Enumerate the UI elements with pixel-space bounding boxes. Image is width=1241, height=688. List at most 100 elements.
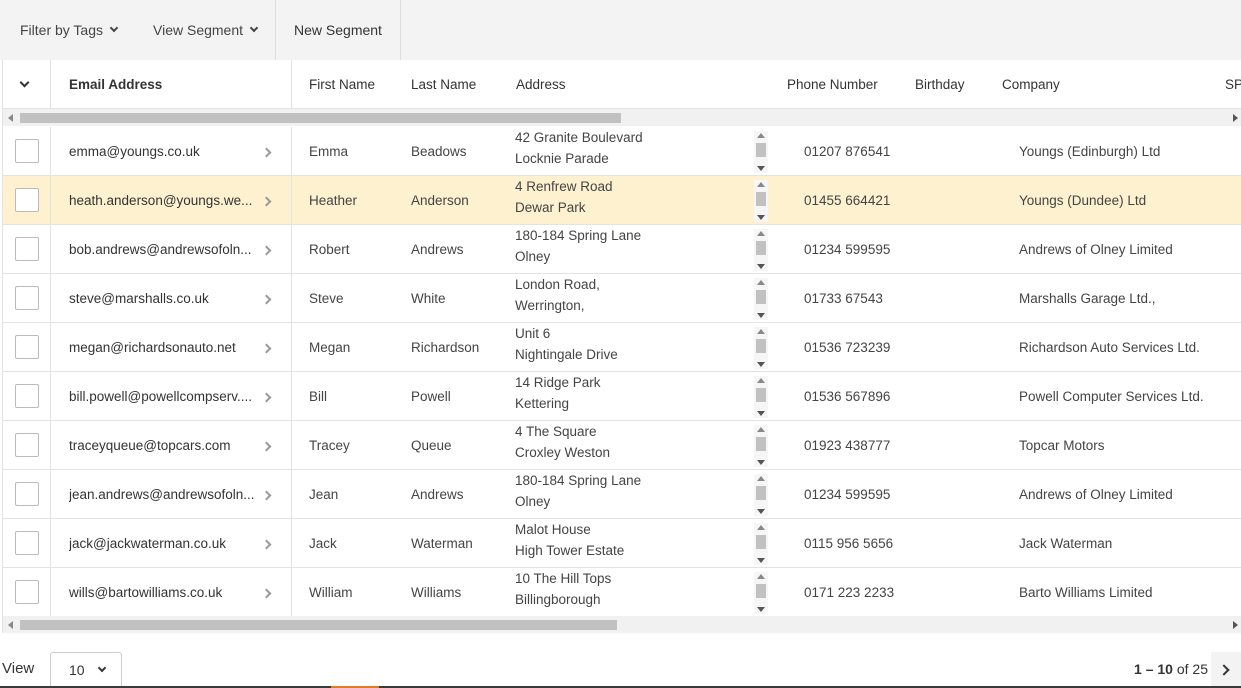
table-row[interactable]: emma@youngs.co.uk Emma Beadows 42 Granite B… [3,127,1241,176]
table-row[interactable]: wills@bartowilliams.co.uk William Williams… [3,568,1241,617]
column-header-email[interactable]: Email Address [69,60,162,109]
scroll-down-icon[interactable] [757,460,765,465]
scrollbar-thumb[interactable] [20,620,617,630]
address-scrollbar[interactable] [754,572,768,614]
scroll-left-icon[interactable] [8,621,13,629]
row-checkbox[interactable] [15,188,39,212]
table-row[interactable]: bill.powell@powellcompserv.... Bill Powell… [3,372,1241,421]
scroll-down-icon[interactable] [757,558,765,563]
address-cell[interactable]: 180-184 Spring Lane Olney [515,470,753,518]
row-checkbox[interactable] [15,531,39,555]
scroll-up-icon[interactable] [757,427,765,432]
new-segment-button[interactable]: New Segment [276,0,400,60]
table-row[interactable]: steve@marshalls.co.uk Steve White London Ro… [3,274,1241,323]
email-cell[interactable]: jean.andrews@andrewsofoln... [69,470,259,518]
email-cell[interactable]: megan@richardsonauto.net [69,323,259,371]
horizontal-scrollbar-top[interactable] [3,109,1241,126]
scroll-up-icon[interactable] [757,231,765,236]
row-checkbox[interactable] [15,237,39,261]
row-checkbox[interactable] [15,580,39,604]
address-scrollbar[interactable] [754,474,768,516]
email-cell[interactable]: jack@jackwaterman.co.uk [69,519,259,567]
email-cell[interactable]: bob.andrews@andrewsofoln... [69,225,259,273]
column-header-last-name[interactable]: Last Name [411,60,476,109]
row-checkbox[interactable] [15,482,39,506]
column-header-first-name[interactable]: First Name [309,60,375,109]
address-cell[interactable]: 4 The Square Croxley Weston [515,421,753,469]
horizontal-scrollbar-bottom[interactable] [3,616,1241,633]
scrollbar-thumb[interactable] [756,241,766,255]
scroll-up-icon[interactable] [757,574,765,579]
address-scrollbar[interactable] [754,229,768,271]
email-cell[interactable]: traceyqueue@topcars.com [69,421,259,469]
scroll-up-icon[interactable] [757,476,765,481]
scroll-up-icon[interactable] [757,329,765,334]
address-cell[interactable]: 10 The Hill Tops Billingborough [515,568,753,616]
scrollbar-thumb[interactable] [756,290,766,304]
scroll-up-icon[interactable] [757,378,765,383]
chevron-right-icon[interactable] [261,588,272,599]
column-header-company[interactable]: Company [1002,60,1060,109]
column-header-address[interactable]: Address [516,60,566,109]
scroll-up-icon[interactable] [757,525,765,530]
scroll-up-icon[interactable] [757,133,765,138]
scroll-up-icon[interactable] [757,182,765,187]
scrollbar-thumb[interactable] [756,486,766,500]
filter-by-tags-dropdown[interactable]: Filter by Tags [0,0,135,60]
address-cell[interactable]: 14 Ridge Park Kettering [515,372,753,420]
row-checkbox[interactable] [15,286,39,310]
table-row[interactable]: heath.anderson@youngs.we... Heather Anders… [3,176,1241,225]
scrollbar-thumb[interactable] [756,339,766,353]
scroll-down-icon[interactable] [757,509,765,514]
table-row[interactable]: bob.andrews@andrewsofoln... Robert Andrews… [3,225,1241,274]
address-scrollbar[interactable] [754,278,768,320]
scrollbar-thumb[interactable] [756,584,766,598]
address-scrollbar[interactable] [754,131,768,173]
address-cell[interactable]: Unit 6 Nightingale Drive [515,323,753,371]
table-row[interactable]: traceyqueue@topcars.com Tracey Queue 4 The … [3,421,1241,470]
address-scrollbar[interactable] [754,425,768,467]
scroll-down-icon[interactable] [757,264,765,269]
row-checkbox[interactable] [15,384,39,408]
chevron-right-icon[interactable] [261,147,272,158]
address-scrollbar[interactable] [754,376,768,418]
table-row[interactable]: jack@jackwaterman.co.uk Jack Waterman Malot… [3,519,1241,568]
chevron-right-icon[interactable] [261,539,272,550]
column-header-birthday[interactable]: Birthday [915,60,965,109]
scrollbar-thumb[interactable] [756,388,766,402]
address-cell[interactable]: London Road, Werrington, [515,274,753,322]
scroll-down-icon[interactable] [757,166,765,171]
address-cell[interactable]: 4 Renfrew Road Dewar Park [515,176,753,224]
scroll-right-icon[interactable] [1233,114,1238,122]
scroll-down-icon[interactable] [757,215,765,220]
address-cell[interactable]: Malot House High Tower Estate [515,519,753,567]
row-checkbox[interactable] [15,335,39,359]
scrollbar-thumb[interactable] [756,143,766,157]
scroll-left-icon[interactable] [8,114,13,122]
address-cell[interactable]: 180-184 Spring Lane Olney [515,225,753,273]
chevron-right-icon[interactable] [261,196,272,207]
chevron-right-icon[interactable] [261,294,272,305]
email-cell[interactable]: bill.powell@powellcompserv.... [69,372,259,420]
scroll-right-icon[interactable] [1233,621,1238,629]
row-checkbox[interactable] [15,139,39,163]
scroll-up-icon[interactable] [757,280,765,285]
page-size-select[interactable]: 10 [50,652,122,688]
scroll-down-icon[interactable] [757,411,765,416]
scrollbar-thumb[interactable] [756,192,766,206]
email-cell[interactable]: emma@youngs.co.uk [69,127,259,175]
scroll-down-icon[interactable] [757,362,765,367]
next-page-button[interactable] [1211,652,1241,688]
email-cell[interactable]: heath.anderson@youngs.we... [69,176,259,224]
scrollbar-thumb[interactable] [20,113,621,123]
chevron-right-icon[interactable] [261,392,272,403]
email-cell[interactable]: wills@bartowilliams.co.uk [69,568,259,616]
view-segment-dropdown[interactable]: View Segment [135,0,275,60]
column-header-partial[interactable]: SP [1225,60,1241,109]
scrollbar-thumb[interactable] [756,535,766,549]
scrollbar-thumb[interactable] [756,437,766,451]
email-cell[interactable]: steve@marshalls.co.uk [69,274,259,322]
address-scrollbar[interactable] [754,180,768,222]
scroll-down-icon[interactable] [757,313,765,318]
scroll-down-icon[interactable] [757,607,765,612]
